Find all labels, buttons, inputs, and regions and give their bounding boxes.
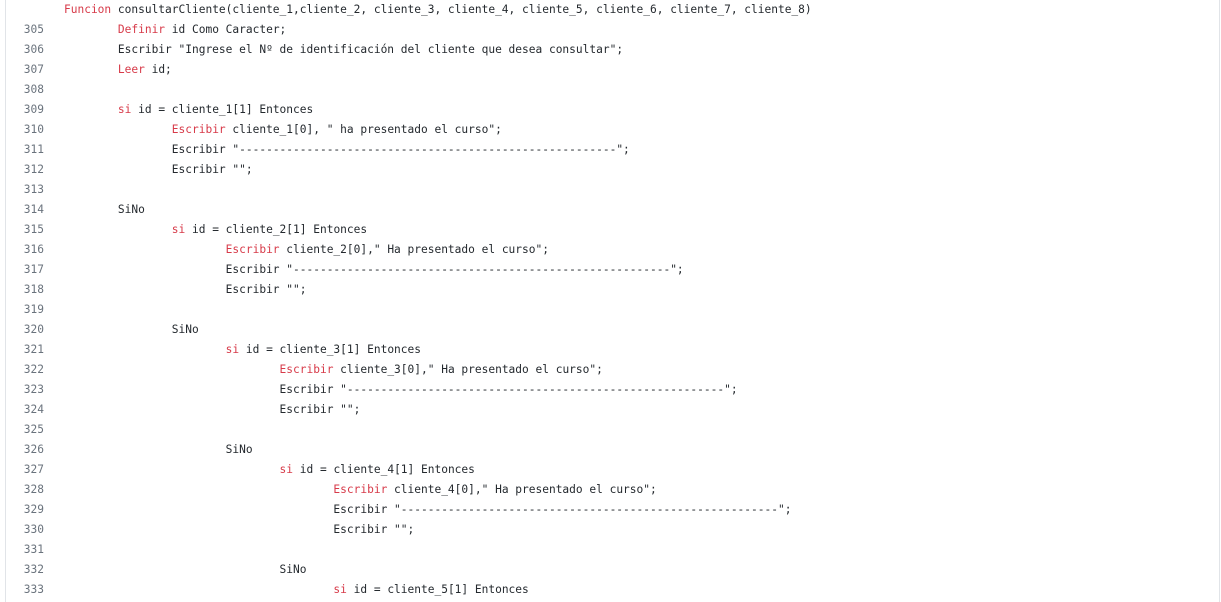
code-text: cliente_4[0]," Ha presentado el curso"; <box>387 483 657 496</box>
code-text: id = cliente_1[1] Entonces <box>131 103 314 116</box>
code-text: Escribir "------------------------------… <box>333 503 792 516</box>
code-text: Escribir "------------------------------… <box>171 143 630 156</box>
line-code: Escribir "------------------------------… <box>64 260 684 280</box>
code-line: 333 SiNo <box>6 560 1219 596</box>
code-text: id = cliente_4[1] Entonces <box>293 463 475 476</box>
keyword-token: Escribir <box>171 123 226 136</box>
code-line: 316 si id = cliente_2[1] Entonces <box>6 220 1219 256</box>
keyword-token: Funcion <box>64 3 112 16</box>
keyword-token: Definir <box>117 23 166 36</box>
code-viewer: 305 Funcion consultarCliente(cliente_1,c… <box>5 0 1220 602</box>
line-code: Escribir ""; <box>64 400 361 420</box>
line-code: si id = cliente_5[1] Entonces <box>64 580 529 600</box>
line-code: Escribir ""; <box>64 160 253 180</box>
code-line: 334 si id = cliente_5[1] Entonces <box>6 580 1219 600</box>
code-line: 322 si id = cliente_3[1] Entonces <box>6 340 1219 376</box>
code-line: 325 Escribir ""; <box>6 400 1219 436</box>
code-line: 324 Escribir "--------------------------… <box>6 380 1219 416</box>
line-code: Escribir ""; <box>64 520 414 540</box>
code-line: 308 Leer id; <box>6 60 1219 96</box>
code-text: Escribir "------------------------------… <box>225 263 684 276</box>
code-line: 321 SiNo <box>6 320 1219 356</box>
code-text: Escribir ""; <box>279 403 361 416</box>
code-text: id Como Caracter; <box>165 23 287 36</box>
line-code: Escribir "------------------------------… <box>64 140 630 160</box>
line-code: Escribir cliente_3[0]," Ha presentado el… <box>64 360 603 380</box>
line-code: Definir id Como Caracter; <box>64 20 286 40</box>
code-text: Escribir "Ingrese el Nº de identificació… <box>117 43 624 56</box>
code-text: consultarCliente(cliente_1,cliente_2, cl… <box>111 3 812 16</box>
code-text: Escribir ""; <box>225 283 307 296</box>
code-line: 330 Escribir "--------------------------… <box>6 500 1219 536</box>
code-text: id; <box>144 63 172 76</box>
code-text: SiNo <box>225 443 253 456</box>
keyword-token: Escribir <box>333 483 388 496</box>
code-text: cliente_2[0]," Ha presentado el curso"; <box>279 243 549 256</box>
code-text: id = cliente_3[1] Entonces <box>239 343 421 356</box>
code-text: id = cliente_5[1] Entonces <box>346 583 529 596</box>
keyword-token: si <box>333 583 347 596</box>
code-line: 307 Escribir "Ingrese el Nº de identific… <box>6 40 1219 76</box>
code-text: cliente_3[0]," Ha presentado el curso"; <box>333 363 603 376</box>
line-code: SiNo <box>64 320 199 340</box>
code-line: 331 Escribir ""; <box>6 520 1219 556</box>
line-code: si id = cliente_1[1] Entonces <box>64 100 313 120</box>
line-code: Escribir "Ingrese el Nº de identificació… <box>64 40 623 60</box>
line-code: Escribir cliente_4[0]," Ha presentado el… <box>64 480 657 500</box>
line-code: si id = cliente_3[1] Entonces <box>64 340 421 360</box>
keyword-token: Escribir <box>225 243 280 256</box>
line-code: Escribir "------------------------------… <box>64 500 791 520</box>
code-line: 310 si id = cliente_1[1] Entonces <box>6 100 1219 136</box>
code-line: 306 Definir id Como Caracter; <box>6 20 1219 56</box>
code-text: Escribir "------------------------------… <box>279 383 738 396</box>
code-line: 320 <box>6 300 1219 336</box>
code-line: 318 Escribir "--------------------------… <box>6 260 1219 296</box>
code-line: 332 <box>6 540 1219 576</box>
keyword-token: Escribir <box>279 363 334 376</box>
keyword-token: si <box>279 463 294 476</box>
code-text: SiNo <box>279 563 307 576</box>
keyword-token: si <box>117 103 132 116</box>
code-text: id = cliente_2[1] Entonces <box>185 223 368 236</box>
code-line: 329 Escribir cliente_4[0]," Ha presentad… <box>6 480 1219 516</box>
keyword-token: Leer <box>117 63 145 76</box>
line-code: SiNo <box>64 560 307 580</box>
line-code: Escribir "------------------------------… <box>64 380 738 400</box>
code-lines: 305 Funcion consultarCliente(cliente_1,c… <box>6 0 1219 600</box>
code-line: 305 Funcion consultarCliente(cliente_1,c… <box>6 0 1219 36</box>
line-code: Funcion consultarCliente(cliente_1,clien… <box>64 0 812 20</box>
code-text: SiNo <box>117 203 145 216</box>
line-code: SiNo <box>64 440 253 460</box>
code-line: 328 si id = cliente_4[1] Entonces <box>6 460 1219 496</box>
code-line: 317 Escribir cliente_2[0]," Ha presentad… <box>6 240 1219 276</box>
code-text: Escribir ""; <box>171 163 253 176</box>
keyword-token: si <box>225 343 240 356</box>
code-line: 311 Escribir cliente_1[0], " ha presenta… <box>6 120 1219 156</box>
line-code: si id = cliente_4[1] Entonces <box>64 460 475 480</box>
code-line: 314 <box>6 180 1219 216</box>
keyword-token: si <box>171 223 186 236</box>
line-code: si id = cliente_2[1] Entonces <box>64 220 367 240</box>
code-line: 326 <box>6 420 1219 456</box>
code-line: 315 SiNo <box>6 200 1219 236</box>
line-code: Escribir cliente_2[0]," Ha presentado el… <box>64 240 549 260</box>
code-line: 319 Escribir ""; <box>6 280 1219 316</box>
code-line: 312 Escribir "--------------------------… <box>6 140 1219 176</box>
line-code: SiNo <box>64 200 145 220</box>
code-line: 327 SiNo <box>6 440 1219 476</box>
code-text: Escribir ""; <box>333 523 415 536</box>
code-line: 309 <box>6 80 1219 116</box>
code-line: 323 Escribir cliente_3[0]," Ha presentad… <box>6 360 1219 396</box>
code-text: SiNo <box>171 323 199 336</box>
line-code: Escribir ""; <box>64 280 307 300</box>
code-line: 313 Escribir ""; <box>6 160 1219 196</box>
line-code: Leer id; <box>64 60 172 80</box>
code-text: cliente_1[0], " ha presentado el curso"; <box>225 123 502 136</box>
line-code: Escribir cliente_1[0], " ha presentado e… <box>64 120 502 140</box>
